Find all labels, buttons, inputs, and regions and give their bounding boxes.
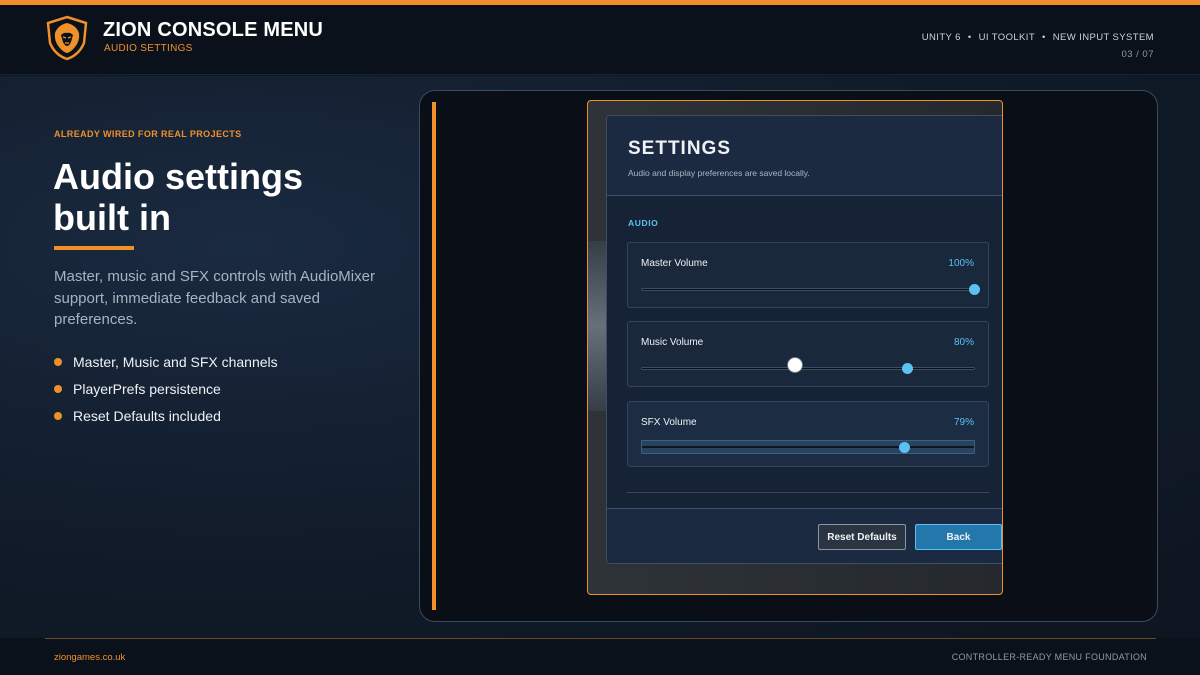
headline-underline: [54, 246, 134, 250]
sfx-volume-row[interactable]: SFX Volume 79%: [627, 401, 989, 467]
slider-thumb[interactable]: [902, 363, 914, 374]
mouse-cursor-icon: [787, 357, 803, 373]
separator-dot: •: [967, 32, 972, 43]
music-volume-label: Music Volume: [641, 337, 704, 348]
list-item: Reset Defaults included: [54, 406, 278, 433]
tech-stack: UNITY 6 • UI TOOLKIT • NEW INPUT SYSTEM: [922, 32, 1154, 43]
separator-dot: •: [1042, 32, 1046, 43]
slider-thumb[interactable]: [968, 284, 980, 295]
frame-accent-bar: [432, 102, 436, 610]
tech-item-input-system: NEW INPUT SYSTEM: [1052, 32, 1154, 43]
bullet-dot-icon: [54, 358, 62, 366]
bullet-dot-icon: [54, 385, 62, 393]
section-label-audio: AUDIO: [628, 218, 659, 228]
music-volume-row[interactable]: Music Volume 80%: [627, 321, 989, 387]
brand-title: ZION CONSOLE MENU: [103, 19, 324, 41]
header: ZION CONSOLE MENU AUDIO SETTINGS UNITY 6…: [0, 5, 1200, 75]
footer-website-link[interactable]: ziongames.co.uk: [54, 652, 125, 663]
panel-footer: Reset Defaults Back: [607, 508, 1002, 563]
list-item-text: Master, Music and SFX channels: [73, 354, 278, 370]
slider-thumb[interactable]: [898, 441, 910, 453]
list-item-text: PlayerPrefs persistence: [73, 381, 221, 397]
slider-track-line: [642, 446, 974, 448]
panel-subtitle: Audio and display preferences are saved …: [628, 168, 810, 178]
game-screen: SETTINGS Audio and display preferences a…: [587, 100, 1003, 595]
sfx-volume-value: 79%: [953, 417, 974, 428]
back-button[interactable]: Back: [915, 524, 1002, 550]
tech-item-unity: UNITY 6: [921, 32, 961, 43]
music-volume-value: 80%: [953, 337, 974, 348]
headline: Audio settings built in: [53, 156, 303, 238]
master-volume-label: Master Volume: [641, 258, 708, 269]
sfx-volume-label: SFX Volume: [641, 417, 697, 428]
panel-title: SETTINGS: [628, 138, 732, 159]
lion-shield-icon: [46, 15, 88, 61]
preview-frame: SETTINGS Audio and display preferences a…: [419, 90, 1158, 622]
master-volume-row[interactable]: Master Volume 100%: [627, 242, 989, 308]
main-content: ALREADY WIRED FOR REAL PROJECTS Audio se…: [0, 76, 1200, 638]
panel-divider: [627, 492, 989, 493]
master-volume-slider[interactable]: [641, 284, 980, 295]
music-volume-slider[interactable]: [641, 363, 975, 374]
page-count: 03 / 07: [1121, 49, 1154, 60]
list-item: PlayerPrefs persistence: [54, 379, 278, 406]
master-volume-value: 100%: [948, 258, 974, 269]
tech-item-ui-toolkit: UI TOOLKIT: [978, 32, 1036, 43]
feature-list: Master, Music and SFX channels PlayerPre…: [54, 352, 278, 433]
list-item-text: Reset Defaults included: [73, 408, 221, 424]
brand-subtitle: AUDIO SETTINGS: [104, 43, 193, 54]
list-item: Master, Music and SFX channels: [54, 352, 278, 379]
bullet-dot-icon: [54, 412, 62, 420]
reset-defaults-button[interactable]: Reset Defaults: [818, 524, 906, 550]
eyebrow-label: ALREADY WIRED FOR REAL PROJECTS: [54, 129, 242, 139]
footer-divider: [45, 638, 1156, 639]
settings-panel: SETTINGS Audio and display preferences a…: [606, 115, 1002, 564]
panel-header: SETTINGS Audio and display preferences a…: [607, 116, 1002, 196]
sfx-volume-slider[interactable]: [641, 440, 975, 454]
description: Master, music and SFX controls with Audi…: [54, 268, 375, 328]
footer: ziongames.co.uk CONTROLLER-READY MENU FO…: [0, 638, 1200, 675]
footer-tagline: CONTROLLER-READY MENU FOUNDATION: [951, 652, 1147, 662]
